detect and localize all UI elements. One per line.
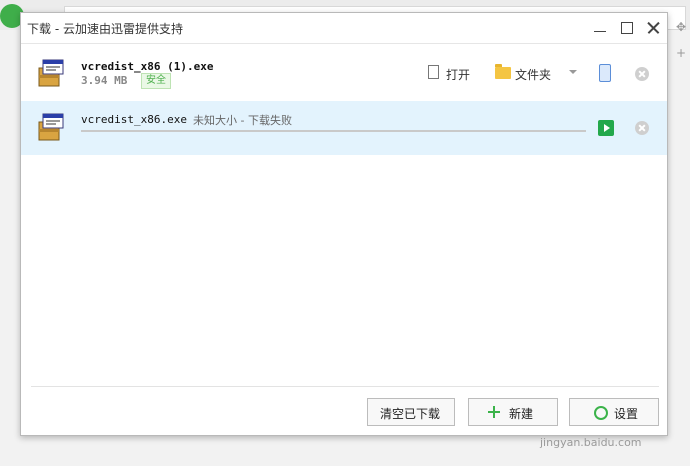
download-item[interactable]: vcredist_x86.exe 未知大小 - 下载失败 <box>21 101 667 155</box>
maximize-icon <box>621 22 633 34</box>
close-button[interactable] <box>643 17 665 39</box>
settings-button[interactable]: 设置 <box>569 398 659 426</box>
settings-label: 设置 <box>614 407 639 421</box>
download-status: 未知大小 - 下载失败 <box>193 114 292 127</box>
file-name: vcredist_x86.exe <box>81 113 187 126</box>
remove-item-icon[interactable] <box>635 67 649 81</box>
new-download-button[interactable]: 新建 <box>468 398 558 426</box>
gear-icon <box>594 406 608 420</box>
plus-icon <box>488 406 500 418</box>
clear-label: 清空已下载 <box>380 407 441 421</box>
chevron-down-icon[interactable] <box>569 70 577 74</box>
file-size: 3.94 MB <box>81 74 128 87</box>
footer-divider <box>31 386 659 387</box>
window-title: 下载 - 云加速由迅雷提供支持 <box>27 22 183 36</box>
folder-icon <box>495 64 511 79</box>
file-name: vcredist_x86 (1).exe <box>81 60 214 73</box>
send-to-phone-icon[interactable] <box>599 64 611 82</box>
watermark-text: jingyan.baidu.com <box>540 436 642 449</box>
safe-badge: 安全 <box>141 73 171 89</box>
download-item[interactable]: vcredist_x86 (1).exe 3.94 MB 安全 打开 文件夹 <box>21 47 667 101</box>
download-dialog: 下载 - 云加速由迅雷提供支持 vcredist_x86 (1).exe 3.9… <box>20 12 668 436</box>
folder-label: 文件夹 <box>515 68 552 82</box>
progress-bar <box>81 130 586 132</box>
resume-download-icon[interactable] <box>598 120 614 136</box>
new-label: 新建 <box>509 407 534 421</box>
clear-downloaded-button[interactable]: 清空已下载 <box>367 398 455 426</box>
title-bar: 下载 - 云加速由迅雷提供支持 <box>21 13 667 44</box>
document-icon <box>428 65 439 79</box>
open-label: 打开 <box>446 68 471 82</box>
maximize-button[interactable] <box>616 17 638 39</box>
minimize-button[interactable] <box>589 17 611 39</box>
minimize-icon <box>594 31 606 32</box>
browser-side-icons: ✥ + <box>675 20 687 60</box>
remove-item-icon[interactable] <box>635 121 649 135</box>
installer-file-icon <box>38 59 64 87</box>
installer-file-icon <box>38 113 64 141</box>
